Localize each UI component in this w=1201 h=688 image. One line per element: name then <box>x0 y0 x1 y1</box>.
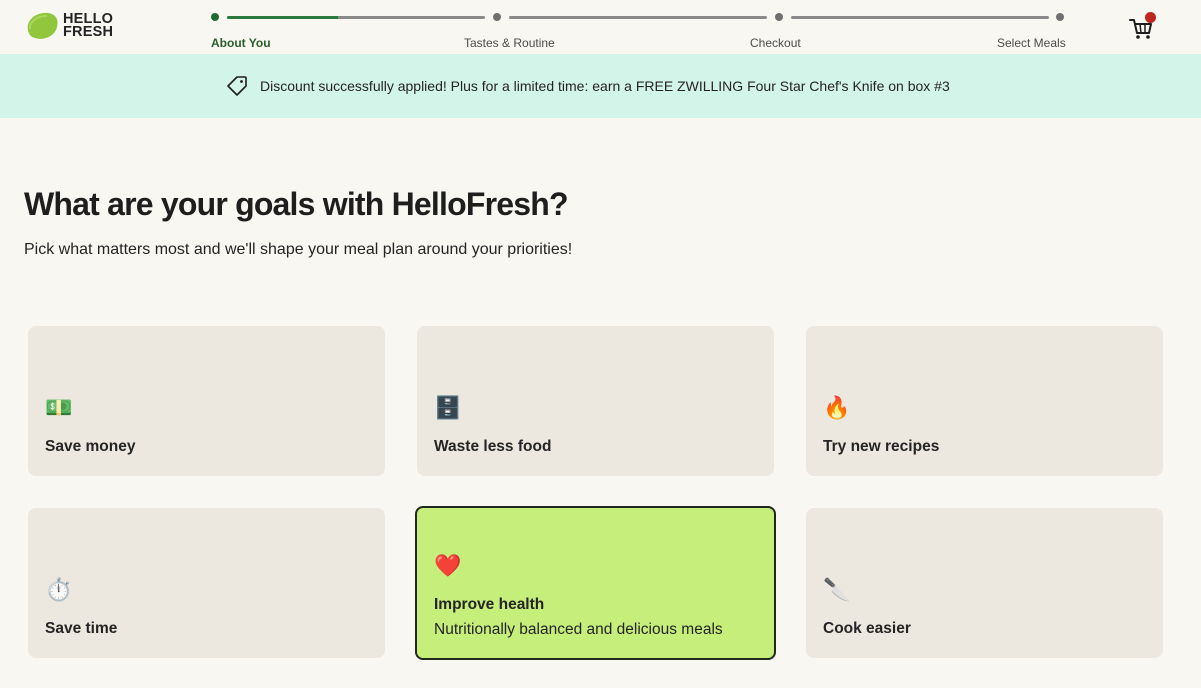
goal-card-save-time[interactable]: ⏱️ Save time <box>28 508 385 658</box>
progress-segment-3 <box>791 15 1049 19</box>
discount-banner: Discount successfully applied! Plus for … <box>0 54 1201 118</box>
step-label-select-meals: Select Meals <box>997 36 1066 50</box>
goal-label: Try new recipes <box>823 438 940 455</box>
step-label-about-you: About You <box>211 36 271 50</box>
checkout-progress: About You Tastes & Routine Checkout Sele… <box>205 8 1075 52</box>
progress-segment-2 <box>509 15 767 19</box>
hellofresh-logo[interactable]: HELLO FRESH <box>24 10 120 44</box>
goal-card-waste-less-food[interactable]: 🗄️ Waste less food <box>417 326 774 476</box>
progress-dot-select-meals <box>1056 13 1064 21</box>
fridge-icon: 🗄️ <box>434 395 462 420</box>
progress-segment-1 <box>227 15 485 19</box>
money-icon: 💵 <box>45 395 73 420</box>
progress-dot-about-you <box>211 13 219 21</box>
lime-icon <box>27 12 58 39</box>
goal-label: Waste less food <box>434 438 552 455</box>
tag-icon <box>227 76 247 96</box>
goal-card-cook-easier[interactable]: 🔪 Cook easier <box>806 508 1163 658</box>
header: HELLO FRESH About You Tastes & Routine C… <box>0 0 1201 54</box>
page-subtitle: Pick what matters most and we'll shape y… <box>24 241 573 258</box>
goal-label: Save time <box>45 620 118 637</box>
banner-text: Discount successfully applied! Plus for … <box>260 78 950 94</box>
progress-segment-1-fill <box>227 15 338 19</box>
cart-button[interactable] <box>1128 12 1158 42</box>
goal-description: Nutritionally balanced and delicious mea… <box>434 621 723 638</box>
page-title: What are your goals with HelloFresh? <box>24 186 569 222</box>
progress-dot-tastes <box>493 13 501 21</box>
goal-label: Save money <box>45 438 136 455</box>
goal-label: Cook easier <box>823 620 911 637</box>
step-label-checkout: Checkout <box>750 36 801 50</box>
goal-card-improve-health[interactable]: ❤️ Improve health Nutritionally balanced… <box>415 506 776 660</box>
cutting-board-icon: 🔪 <box>823 577 851 602</box>
cart-badge <box>1145 12 1156 23</box>
heart-icon: ❤️ <box>434 553 462 578</box>
step-label-tastes: Tastes & Routine <box>464 36 555 50</box>
goal-card-save-money[interactable]: 💵 Save money <box>28 326 385 476</box>
goal-label: Improve health <box>434 596 545 613</box>
progress-dot-checkout <box>775 13 783 21</box>
logo-wordmark: HELLO FRESH <box>63 11 114 40</box>
stopwatch-icon: ⏱️ <box>45 577 73 602</box>
goal-card-try-new-recipes[interactable]: 🔥 Try new recipes <box>806 326 1163 476</box>
fire-icon: 🔥 <box>823 395 851 420</box>
